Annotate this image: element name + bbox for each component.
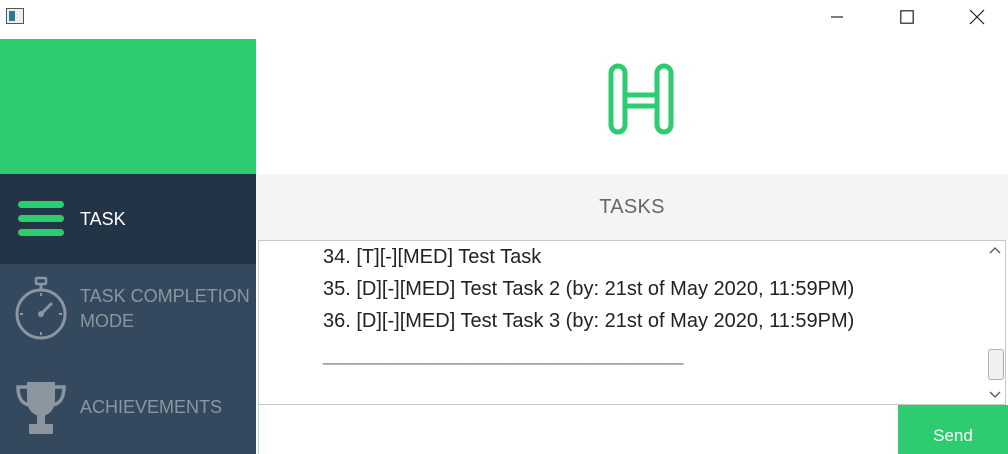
- sidebar-item-achievements[interactable]: ACHIEVEMENTS: [0, 361, 256, 454]
- h-logo-icon: [608, 63, 674, 135]
- main-panel: TASKS 34. [T][-][MED] Test Task 35. [D][…: [256, 39, 1008, 454]
- scroll-up-button[interactable]: [985, 243, 1005, 257]
- close-button[interactable]: [954, 0, 1000, 34]
- output-line: 34. [T][-][MED] Test Task: [323, 246, 542, 268]
- maximize-icon: [900, 10, 914, 24]
- maximize-button[interactable]: [884, 0, 930, 34]
- sidebar-item-task-completion-mode[interactable]: TASK COMPLETION MODE: [0, 264, 256, 354]
- minimize-button[interactable]: [814, 0, 860, 34]
- input-row: Send: [256, 405, 1008, 454]
- separator-line: ____________________________________: [323, 345, 684, 365]
- scroll-down-button[interactable]: [985, 388, 1005, 402]
- sidebar: TASK TASK COMPLETION MODE ACHIEVEMENTS: [0, 39, 256, 454]
- trophy-icon: [12, 377, 70, 439]
- sidebar-item-label: TASK: [80, 208, 126, 229]
- minimize-icon: [831, 16, 843, 18]
- output-area[interactable]: 34. [T][-][MED] Test Task 35. [D][-][MED…: [258, 240, 1006, 405]
- vertical-scrollbar[interactable]: [985, 241, 1005, 404]
- send-button[interactable]: Send: [898, 405, 1008, 454]
- title-bar: [0, 0, 1008, 34]
- scrollbar-thumb[interactable]: [988, 349, 1004, 380]
- chevron-up-icon: [989, 247, 1001, 254]
- section-title: TASKS: [599, 195, 665, 218]
- sidebar-item-label: ACHIEVEMENTS: [80, 397, 223, 417]
- command-input[interactable]: [258, 405, 898, 454]
- sidebar-item-task[interactable]: TASK: [0, 174, 256, 264]
- output-line: 35. [D][-][MED] Test Task 2 (by: 21st of…: [323, 278, 855, 300]
- app-icon: [6, 8, 24, 24]
- section-header: TASKS: [256, 174, 1008, 240]
- output-line: 36. [D][-][MED] Test Task 3 (by: 21st of…: [323, 310, 855, 332]
- close-icon: [969, 9, 985, 25]
- hamburger-menu-icon: [12, 188, 70, 250]
- output-lines: 34. [T][-][MED] Test Task 35. [D][-][MED…: [323, 243, 854, 367]
- sidebar-header: [0, 39, 256, 174]
- stopwatch-icon: [12, 276, 70, 340]
- sidebar-item-label: TASK COMPLETION MODE: [80, 286, 250, 331]
- chevron-down-icon: [989, 391, 1001, 398]
